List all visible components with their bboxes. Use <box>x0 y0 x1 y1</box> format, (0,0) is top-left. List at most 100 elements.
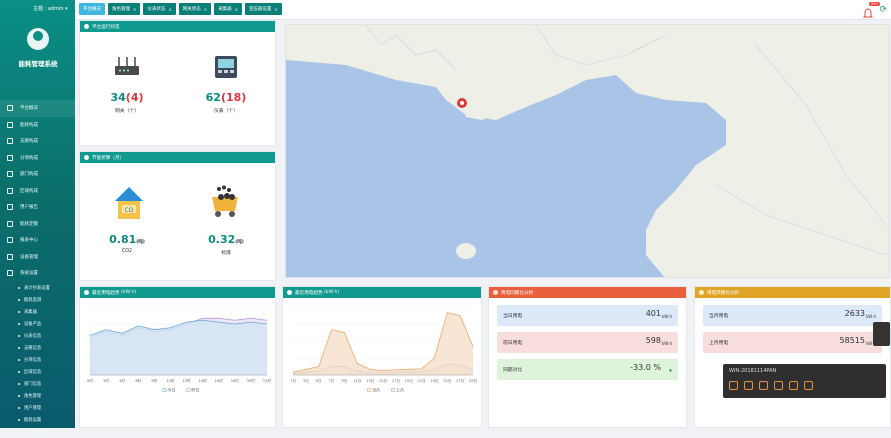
remote-toolbar-icons <box>729 381 813 390</box>
remote-side-button[interactable] <box>873 322 890 346</box>
side-menu: 平台概况能耗构成支路构成分项构成 部门构成 区域构成用户报告能耗定额报表中心设备管理… <box>0 100 75 438</box>
month-compare-card: 用电环期比分析 当月用电 2633 kW·h 上月用电 58515 kW·h <box>694 286 891 428</box>
legend-marker <box>366 387 372 393</box>
mic-icon[interactable] <box>744 381 753 390</box>
sidebar-item-label: 设备管理 <box>20 254 38 260</box>
metric-value: -33.0 % <box>630 363 661 372</box>
tab-label: 仪表状态 <box>147 7 166 12</box>
metric-label: 上月用电 <box>709 341 729 346</box>
map-view[interactable] <box>285 24 890 278</box>
month-power-chart: 1日 3日 5日 7日 9日 11日 13日 15日 17日 19日 21日 23日 25日 27日 29日… <box>290 306 477 393</box>
submenu-item[interactable]: 用户管理 <box>0 402 75 414</box>
x-tick-label: 25日 <box>443 379 451 383</box>
submenu-item[interactable]: 设备产品 <box>0 318 75 330</box>
submenu-item[interactable]: 能耗监测 <box>0 294 75 306</box>
sidebar-item[interactable]: 平台概况 <box>0 100 75 117</box>
x-tick-label: 23日 <box>430 379 438 383</box>
sidebar-item[interactable]: 系统设置 <box>0 265 75 282</box>
tab-close-icon[interactable]: ✕ <box>274 7 277 12</box>
tab-close-icon[interactable]: ✕ <box>168 7 171 12</box>
tab-close-icon[interactable]: ✕ <box>204 7 207 12</box>
refresh-icon[interactable]: ⟳ <box>879 5 887 15</box>
metric-value: 401 <box>645 309 661 318</box>
sidebar-item[interactable]: 分项构成 <box>0 150 75 167</box>
tab[interactable]: 采集器 ✕ <box>214 3 242 15</box>
gateway-count: 34 <box>110 91 126 104</box>
menu-icon <box>7 121 13 128</box>
sidebar-item[interactable]: 用户报告 <box>0 199 75 216</box>
sidebar-item[interactable]: 区域构成 <box>0 183 75 200</box>
tab[interactable]: 平台概况 <box>79 3 105 15</box>
submenu-item[interactable]: 采集器 <box>0 306 75 318</box>
card-title: 最近用电趋势 (kW·h) <box>283 287 481 298</box>
tab-label: 平台概况 <box>83 7 101 12</box>
tab[interactable]: 变压器设置 ✕ <box>244 3 282 15</box>
metric-row: 上月用电 58515 kW·h <box>703 332 882 353</box>
submenu-item[interactable]: 区域信息 <box>0 366 75 378</box>
metric-label: 当日用电 <box>503 314 523 319</box>
text-icon[interactable] <box>774 381 783 390</box>
x-tick-label: 2时 <box>103 378 109 383</box>
menu-icon <box>7 253 13 260</box>
screen-icon[interactable] <box>759 381 768 390</box>
chart-title: 最近用电趋势 <box>92 290 120 296</box>
folder-icon[interactable] <box>789 381 798 390</box>
menu-icon <box>7 187 13 194</box>
x-tick-label: 6时 <box>135 378 141 383</box>
sidebar-item-label: 报表中心 <box>20 238 38 244</box>
submenu-item[interactable]: 角色管理 <box>0 390 75 402</box>
metric-row: 前日用电 598 kW·h <box>497 332 678 353</box>
coal-cart-icon <box>212 185 238 217</box>
bell-icon[interactable]: 99+ <box>862 2 881 18</box>
month-power-card: 最近用电趋势 (kW·h) 1日 3日 5日 7日 9日 11日 13日 15日 17日 19日 2… <box>282 286 482 428</box>
x-tick-label: 0时 <box>87 378 93 383</box>
legend-marker <box>162 387 167 393</box>
tab[interactable]: 网关状态 ✕ <box>178 3 212 15</box>
submenu-item[interactable]: 能耗设置 <box>0 414 75 426</box>
sidebar-item[interactable]: 能耗构成 <box>0 117 75 134</box>
chat-icon[interactable] <box>729 381 738 390</box>
sidebar-item-label: 用户报告 <box>20 205 38 211</box>
router-icon <box>115 57 139 75</box>
tab[interactable]: 角色管理 ✕ <box>108 3 141 15</box>
tab-close-icon[interactable]: ✕ <box>235 7 238 12</box>
meter-offline: (18) <box>220 91 247 104</box>
coal-unit: (吨) <box>235 240 244 245</box>
metric-label: 前日用电 <box>503 341 523 346</box>
tab-label: 角色管理 <box>112 7 130 12</box>
x-tick-label: 3日 <box>303 379 309 383</box>
gateway-label: 网关（个） <box>115 109 139 114</box>
tab-close-icon[interactable]: ✕ <box>133 7 136 12</box>
tab[interactable]: 仪表状态 ✕ <box>143 3 176 15</box>
remote-title: WIN-20181114PAN <box>729 368 777 374</box>
card-title: 节能折算（月） <box>80 152 275 163</box>
submenu-item[interactable]: 一次表设置 <box>0 426 75 438</box>
metric-value: 2633 <box>844 309 865 318</box>
metric-row: 同期对比 -33.0 % ▼ <box>497 359 678 380</box>
platform-status-card: 平台运行状态 34(4) 网关（个） 62(18) 仪表（个） <box>79 20 276 146</box>
sidebar-item-label: 支路构成 <box>20 139 38 145</box>
sidebar-item[interactable]: 支路构成 <box>0 133 75 150</box>
submenu-item[interactable]: 部门信息 <box>0 378 75 390</box>
co2-label: CO2 <box>121 249 133 254</box>
sidebar-item[interactable]: 能耗定额 <box>0 216 75 233</box>
meter-stat: 62(18) 仪表（个） <box>186 91 266 114</box>
user-menu[interactable]: 主题 : admin ▾ <box>33 5 68 12</box>
series-area <box>90 320 267 375</box>
submenu-item[interactable]: 支路信息 <box>0 342 75 354</box>
close-icon[interactable] <box>804 381 813 390</box>
submenu: 表计抄表设置 能耗监测 采集器 设备产品 仪表信息 支路信息 分项信息 区域信息 部门信息 角色管… <box>0 282 75 438</box>
menu-icon <box>7 237 13 244</box>
sidebar-item-label: 平台概况 <box>20 106 38 112</box>
map-canvas <box>286 25 889 277</box>
submenu-item[interactable]: 表计抄表设置 <box>0 282 75 294</box>
sidebar-item[interactable]: 报表中心 <box>0 232 75 249</box>
sidebar-item[interactable]: 设备管理 <box>0 249 75 266</box>
sidebar-item[interactable]: 部门构成 <box>0 166 75 183</box>
submenu-item[interactable]: 分项信息 <box>0 354 75 366</box>
remote-toolbar: WIN-20181114PAN <box>723 364 886 398</box>
sidebar-item-label: 能耗构成 <box>20 122 38 128</box>
gateway-offline: (4) <box>125 91 144 104</box>
submenu-item[interactable]: 仪表信息 <box>0 330 75 342</box>
co2-stat: 0.81(吨) CO2 <box>87 233 167 254</box>
